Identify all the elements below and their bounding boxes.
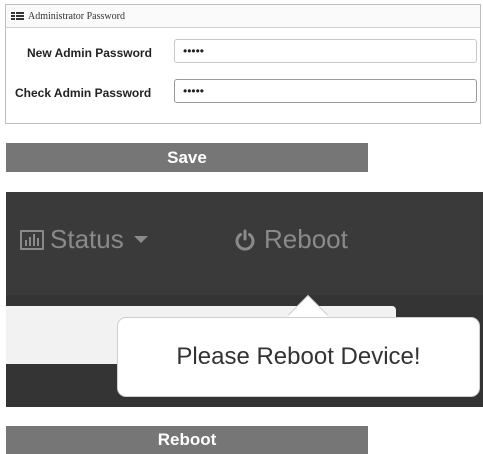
check-password-row: Check Admin Password [6, 79, 480, 107]
navbar: Status Reboot [6, 192, 483, 295]
navbar-screenshot: Status Reboot Please Reboot Device! [6, 192, 483, 407]
list-icon [11, 11, 24, 21]
new-password-row: New Admin Password [6, 39, 480, 67]
check-password-input[interactable] [174, 79, 477, 103]
status-menu[interactable]: Status [20, 224, 148, 255]
tooltip-text: Please Reboot Device! [176, 343, 421, 370]
admin-password-panel: Administrator Password New Admin Passwor… [5, 4, 481, 124]
new-password-label: New Admin Password [27, 46, 152, 60]
caret-down-icon [133, 236, 148, 243]
reboot-nav-label: Reboot [264, 224, 348, 254]
panel-header: Administrator Password [6, 5, 480, 28]
save-button[interactable]: Save [6, 143, 368, 172]
reboot-nav-item[interactable]: Reboot [234, 224, 348, 255]
power-icon [235, 229, 255, 251]
bar-chart-icon [20, 229, 44, 250]
reboot-button[interactable]: Reboot [6, 426, 368, 454]
check-password-label: Check Admin Password [15, 86, 152, 100]
panel-title: Administrator Password [28, 10, 125, 22]
status-label: Status [50, 224, 124, 254]
reboot-tooltip: Please Reboot Device! [118, 318, 479, 396]
new-password-input[interactable] [174, 39, 477, 63]
